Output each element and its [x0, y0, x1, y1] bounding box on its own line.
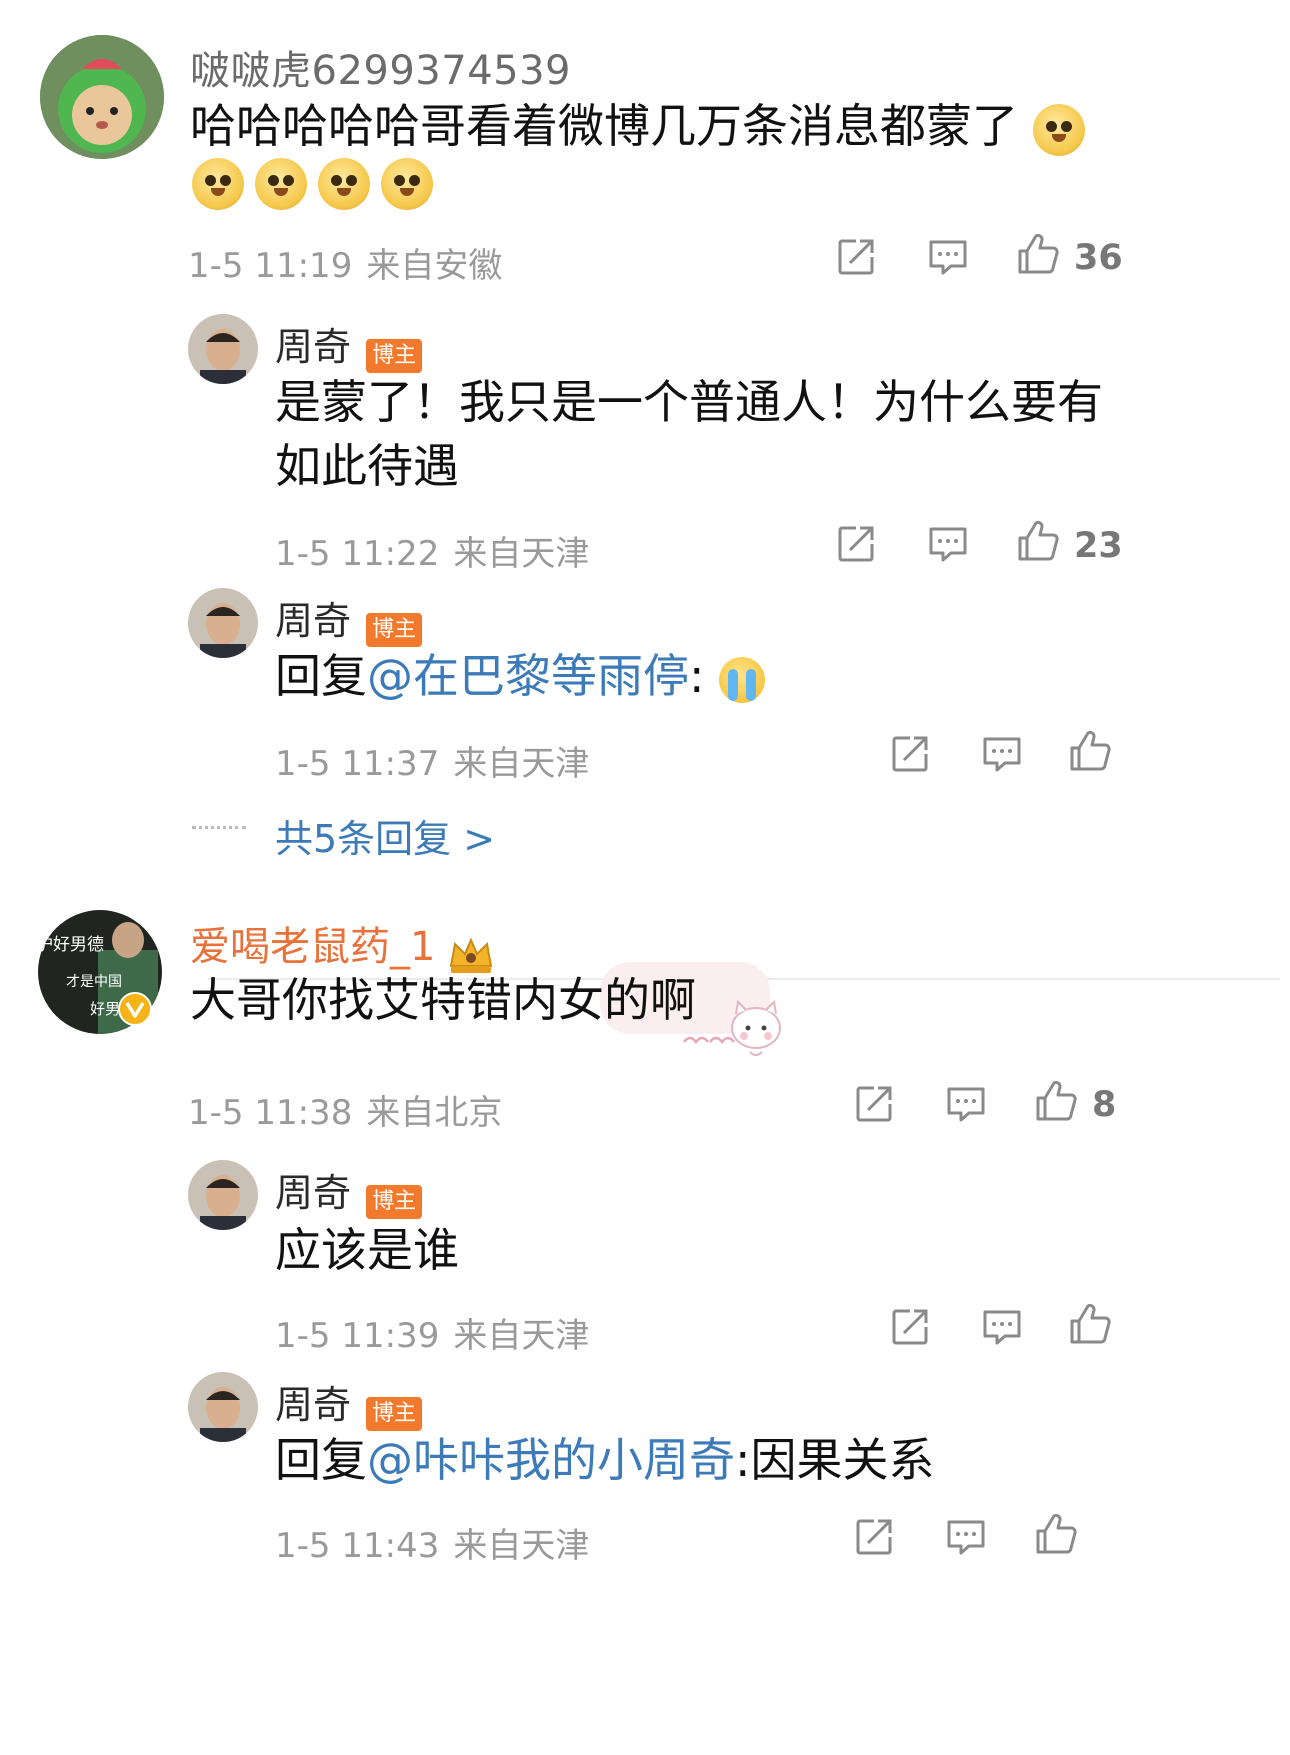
reply-header: 周奇 博主: [275, 1162, 423, 1219]
share-icon[interactable]: [852, 1082, 896, 1126]
reply-date: 1-5 11:43: [275, 1526, 440, 1566]
blogger-badge: 博主: [366, 338, 423, 373]
doge-emoji: [192, 158, 244, 210]
blogger-badge: 博主: [366, 1184, 423, 1219]
crying-emoji: [719, 656, 766, 703]
avatar-caption: 才是中国: [66, 974, 122, 990]
like-count: 8: [1092, 1085, 1117, 1125]
thumbs-up-icon[interactable]: [1068, 729, 1112, 773]
comment-icon[interactable]: [980, 1305, 1024, 1349]
reply-avatar[interactable]: [188, 588, 258, 658]
comment-text: 哈哈哈哈哈哥看着微博几万条消息都蒙了: [190, 96, 1085, 156]
reply-avatar[interactable]: [188, 1160, 258, 1230]
reply-header: 周奇 博主: [275, 590, 423, 647]
thumbs-up-icon[interactable]: [1016, 519, 1060, 563]
thumbs-up-icon[interactable]: [1034, 1512, 1078, 1556]
doge-emoji: [381, 158, 434, 210]
reply-username[interactable]: 周奇: [275, 1383, 351, 1427]
thumbs-up-icon[interactable]: [1034, 1079, 1078, 1123]
comment-meta: 1-5 11:38 来自北京: [188, 1085, 502, 1134]
mention-link[interactable]: @在巴黎等雨停: [367, 649, 689, 703]
reply-location: 来自天津: [453, 1316, 590, 1356]
reply-text: 回复@咔咔我的小周奇:因果关系: [275, 1433, 935, 1487]
comment-date: 1-5 11:38: [188, 1093, 353, 1133]
reply-username[interactable]: 周奇: [275, 1171, 351, 1215]
reply-meta: 1-5 11:39 来自天津: [275, 1308, 589, 1357]
verified-icon: [118, 992, 152, 1026]
reply-meta: 1-5 11:37 来自天津: [275, 736, 589, 785]
avatar[interactable]: [40, 35, 164, 159]
comment-location: 来自北京: [366, 1093, 503, 1133]
blogger-badge: 博主: [366, 612, 423, 647]
like-count: 23: [1074, 526, 1123, 566]
reply-location: 来自天津: [453, 744, 590, 784]
mention-link[interactable]: @咔咔我的小周奇: [367, 1433, 735, 1487]
thumbs-up-icon[interactable]: [1016, 232, 1060, 276]
comment-icon[interactable]: [926, 235, 970, 279]
share-icon[interactable]: [888, 732, 932, 776]
comment-icon[interactable]: [944, 1515, 988, 1559]
doge-emoji: [255, 158, 308, 210]
comment-icon[interactable]: [944, 1082, 988, 1126]
doge-emoji: [318, 158, 371, 210]
reply-text: 回复@在巴黎等雨停:: [275, 646, 766, 706]
thumbs-up-icon[interactable]: [1068, 1302, 1112, 1346]
share-icon[interactable]: [852, 1515, 896, 1559]
reply-date: 1-5 11:39: [275, 1316, 440, 1356]
reply-text-line-1: 是蒙了！我只是一个普通人！为什么要有: [275, 375, 1103, 429]
reply-username[interactable]: 周奇: [275, 599, 351, 643]
reply-location: 来自天津: [453, 534, 590, 574]
comment-location: 来自安徽: [366, 246, 503, 286]
comment-icon[interactable]: [926, 522, 970, 566]
reply-meta: 1-5 11:22 来自天津: [275, 526, 589, 575]
reply-text-line-2: 如此待遇: [275, 439, 459, 493]
comment-text: 大哥你找艾特错内女的啊: [190, 973, 696, 1027]
comment-username[interactable]: 啵啵虎6299374539: [190, 38, 571, 96]
dotted-leader: [192, 826, 246, 829]
comment-header: 爱喝老鼠药_1: [190, 914, 495, 976]
reply-text: 应该是谁: [275, 1223, 459, 1277]
reply-meta: 1-5 11:43 来自天津: [275, 1518, 589, 1567]
more-replies-link[interactable]: 共5条回复 >: [275, 808, 495, 863]
share-icon[interactable]: [834, 235, 878, 279]
reply-date: 1-5 11:37: [275, 744, 440, 784]
share-icon[interactable]: [888, 1305, 932, 1349]
comment-username[interactable]: 爱喝老鼠药_1: [190, 924, 435, 970]
comment-date: 1-5 11:19: [188, 246, 353, 286]
reply-header: 周奇 博主: [275, 1374, 423, 1431]
reply-avatar[interactable]: [188, 1372, 258, 1442]
share-icon[interactable]: [834, 522, 878, 566]
blogger-badge: 博主: [366, 1396, 423, 1431]
comment-icon[interactable]: [980, 732, 1024, 776]
reply-header: 周奇 博主: [275, 316, 423, 373]
reply-username[interactable]: 周奇: [275, 325, 351, 369]
emoji-row: [192, 158, 434, 210]
kitty-sticker-icon: [683, 999, 781, 1056]
reply-avatar[interactable]: [188, 314, 258, 384]
doge-emoji: [1032, 103, 1085, 156]
avatar-caption: 好男: [90, 1000, 120, 1018]
like-count: 36: [1074, 238, 1123, 278]
reply-date: 1-5 11:22: [275, 534, 440, 574]
comment-meta: 1-5 11:19 来自安徽: [188, 238, 502, 287]
avatar-caption: 护好男德: [38, 935, 104, 955]
reply-location: 来自天津: [453, 1526, 590, 1566]
